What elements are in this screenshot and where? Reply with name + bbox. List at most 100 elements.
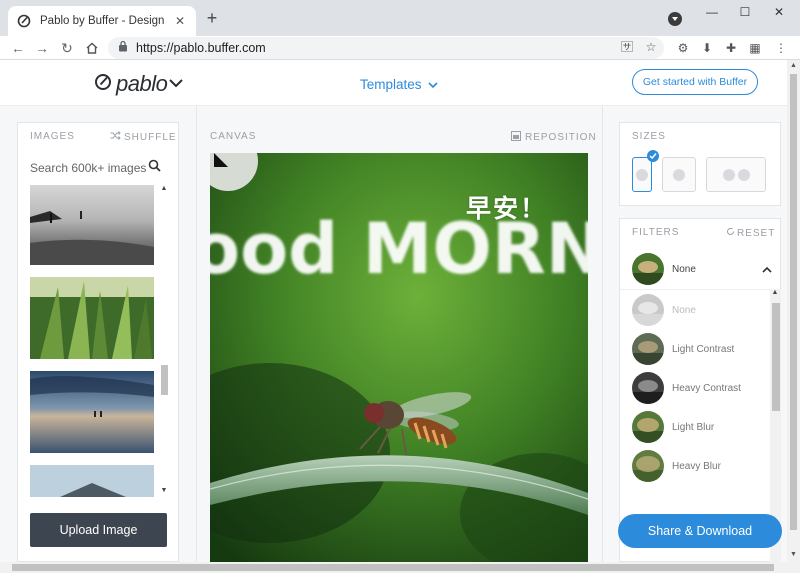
design-canvas[interactable]: ood MORNIN 早安！ [210, 153, 588, 562]
templates-label: Templates [360, 77, 422, 92]
templates-menu[interactable]: Templates [360, 77, 438, 92]
sizes-heading: SIZES [632, 131, 666, 142]
image-search [30, 159, 170, 177]
scroll-up-icon[interactable]: ▲ [160, 185, 168, 193]
upload-image-button[interactable]: Upload Image [30, 513, 167, 547]
get-started-button[interactable]: Get started with Buffer [632, 69, 758, 95]
scroll-down-icon[interactable]: ▼ [160, 487, 168, 495]
chevron-down-icon [169, 75, 184, 93]
url-text: https://pablo.buffer.com [136, 41, 266, 55]
chevron-down-icon [427, 77, 438, 92]
extensions-puzzle-icon[interactable]: ✚ [722, 39, 740, 57]
size-pinterest-option[interactable] [632, 150, 659, 192]
sizes-panel: SIZES [619, 122, 781, 206]
scrollbar-thumb[interactable] [790, 74, 797, 530]
images-panel: IMAGES SHUFFLE Search 600k+ images ▲ ▼ U… [17, 122, 179, 562]
browser-tab[interactable]: Pablo by Buffer - Design engag ✕ [8, 6, 196, 36]
filter-option-label: Light Blur [672, 421, 715, 433]
filter-option-heavy-blur[interactable]: Heavy Blur [632, 450, 762, 482]
menu-kebab-icon[interactable]: ⋮ [772, 39, 790, 57]
app-header: pablo Templates Get started with Buffer [0, 60, 787, 106]
images-scrollbar[interactable]: ▲ ▼ [159, 185, 169, 497]
facebook-icon [722, 168, 735, 181]
twitter-icon [737, 168, 750, 181]
images-heading: IMAGES [30, 131, 75, 142]
pablo-logo[interactable]: pablo [94, 71, 184, 97]
minimize-icon[interactable]: — [700, 4, 724, 20]
reset-icon [726, 227, 735, 239]
image-thumbnail[interactable] [30, 465, 154, 497]
size-instagram-option[interactable] [662, 157, 696, 192]
download-icon[interactable]: ⬇ [698, 39, 716, 57]
scrollbar-thumb[interactable] [772, 303, 780, 411]
column-divider [196, 106, 197, 562]
reset-label: RESET [737, 227, 776, 239]
scrollbar-thumb[interactable] [12, 564, 774, 571]
address-bar[interactable]: https://pablo.buffer.com [108, 37, 664, 59]
close-tab-icon[interactable]: ✕ [172, 14, 188, 28]
selected-filter-label: None [672, 263, 696, 275]
filter-preview [632, 372, 664, 404]
home-icon[interactable] [82, 38, 102, 58]
shuffle-label: SHUFFLE [124, 131, 177, 143]
filter-preview [632, 253, 664, 285]
filter-option-light-blur[interactable]: Light Blur [632, 411, 762, 443]
filter-preview [632, 411, 664, 443]
scrollbar-thumb[interactable] [161, 365, 168, 395]
image-thumbnail-list [30, 185, 154, 497]
browser-tab-bar: Pablo by Buffer - Design engag ✕ + — ☐ ✕ [0, 0, 800, 36]
reset-filters-button[interactable]: RESET [726, 227, 775, 239]
search-icon[interactable] [148, 159, 161, 177]
filter-option-none[interactable]: None [632, 294, 762, 326]
forward-icon[interactable]: → [32, 38, 52, 58]
shuffle-icon [110, 131, 121, 143]
filter-preview [632, 333, 664, 365]
image-thumbnail[interactable] [30, 277, 154, 359]
media-control-icon[interactable] [668, 12, 682, 26]
page-vertical-scrollbar[interactable]: ▲ ▼ [787, 60, 800, 562]
scroll-down-icon[interactable]: ▼ [790, 551, 797, 558]
translate-icon[interactable]: 🈂 [618, 38, 636, 56]
scroll-up-icon[interactable]: ▲ [771, 289, 779, 297]
pablo-logo-icon [94, 73, 112, 96]
profile-icon[interactable]: ▦ [746, 39, 764, 57]
pablo-favicon-icon [16, 13, 32, 29]
size-facebook-twitter-option[interactable] [706, 157, 766, 192]
page-horizontal-scrollbar[interactable] [0, 562, 800, 573]
filter-preview [632, 294, 664, 326]
close-window-icon[interactable]: ✕ [767, 4, 791, 20]
instagram-icon [673, 168, 685, 181]
browser-toolbar: ← → ↻ https://pablo.buffer.com 🈂 ☆ ⚙ ⬇ ✚… [0, 36, 800, 60]
scroll-up-icon[interactable]: ▲ [790, 62, 797, 69]
new-tab-button[interactable]: + [203, 9, 221, 27]
image-search-input[interactable] [30, 161, 148, 175]
chevron-up-icon [762, 260, 772, 278]
filter-option-label: None [672, 304, 696, 316]
share-download-button[interactable]: Share & Download [618, 514, 782, 548]
filter-option-heavy-contrast[interactable]: Heavy Contrast [632, 372, 762, 404]
filter-option-label: Heavy Blur [672, 460, 721, 472]
maximize-icon[interactable]: ☐ [733, 4, 757, 20]
shuffle-button[interactable]: SHUFFLE [110, 131, 177, 143]
reload-icon[interactable]: ↻ [57, 38, 77, 58]
extension-gear-icon[interactable]: ⚙ [674, 39, 692, 57]
reposition-button[interactable]: REPOSITION [511, 131, 597, 144]
filter-dropdown[interactable]: None [632, 253, 772, 285]
filter-option-label: Light Contrast [672, 343, 735, 355]
pinterest-icon [636, 168, 648, 181]
filter-preview [632, 450, 664, 482]
bookmark-star-icon[interactable]: ☆ [642, 38, 660, 56]
image-thumbnail[interactable] [30, 185, 154, 265]
back-icon[interactable]: ← [8, 38, 28, 58]
filters-heading: FILTERS [632, 227, 680, 238]
column-divider [602, 106, 603, 562]
image-thumbnail[interactable] [30, 371, 154, 453]
filter-option-light-contrast[interactable]: Light Contrast [632, 333, 762, 365]
reposition-icon [511, 131, 521, 144]
reposition-label: REPOSITION [525, 132, 597, 143]
canvas-text-overlay[interactable]: 早安！ [466, 189, 547, 225]
lock-icon [118, 39, 128, 57]
check-icon [647, 150, 659, 162]
canvas-heading: CANVAS [210, 131, 257, 142]
tab-title: Pablo by Buffer - Design engag [40, 15, 168, 27]
